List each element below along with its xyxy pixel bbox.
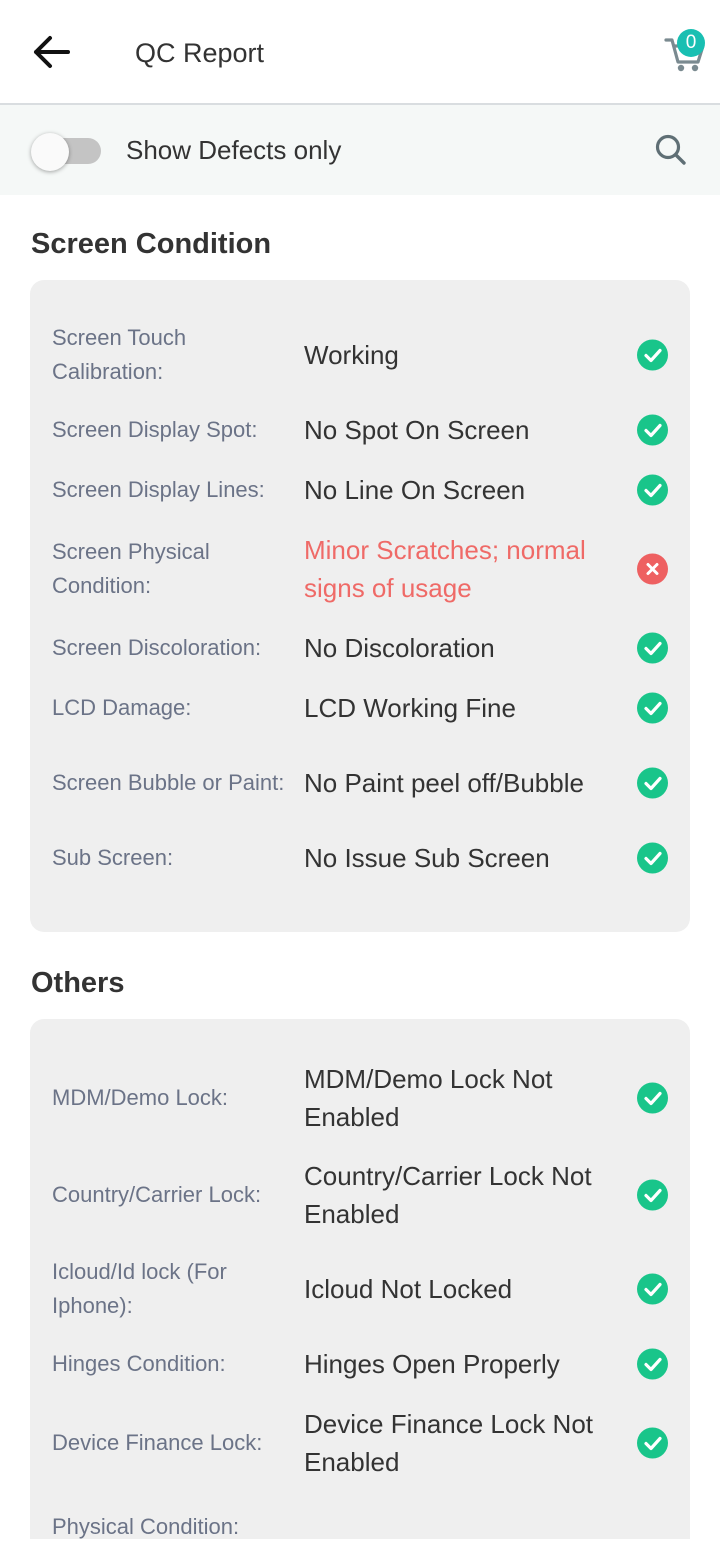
others-card: MDM/Demo Lock: MDM/Demo Lock Not Enabled… bbox=[30, 1019, 690, 1539]
item-value-defect: Minor Scratches; normal signs of usage bbox=[304, 535, 586, 603]
error-circle-icon bbox=[637, 553, 668, 585]
check-circle-icon bbox=[637, 414, 668, 446]
item-label: Screen Display Spot: bbox=[52, 417, 258, 442]
list-item: Device Finance Lock: Device Finance Lock… bbox=[30, 1404, 690, 1482]
list-item: Screen Physical Condition: Minor Scratch… bbox=[30, 530, 690, 608]
item-label: LCD Damage: bbox=[52, 695, 192, 720]
page-title: QC Report bbox=[135, 38, 265, 68]
cart-count-badge: 0 bbox=[677, 29, 705, 57]
item-label: MDM/Demo Lock: bbox=[52, 1085, 229, 1110]
back-arrow-icon[interactable] bbox=[28, 30, 76, 74]
item-value: Working bbox=[304, 340, 399, 370]
check-circle-icon bbox=[637, 632, 668, 664]
item-label: Physical Condition: bbox=[52, 1514, 240, 1539]
check-circle-icon bbox=[637, 1179, 668, 1211]
list-item: Country/Carrier Lock: Country/Carrier Lo… bbox=[30, 1156, 690, 1234]
item-label: Sub Screen: bbox=[52, 845, 174, 870]
item-label: Screen Physical Condition: bbox=[52, 539, 210, 598]
list-item: LCD Damage: LCD Working Fine bbox=[30, 680, 690, 736]
check-circle-icon bbox=[637, 842, 668, 874]
item-value: Hinges Open Properly bbox=[304, 1349, 560, 1379]
item-value: No Issue Sub Screen bbox=[304, 843, 550, 873]
item-value: No Spot On Screen bbox=[304, 415, 530, 445]
screen-condition-card: Screen Touch Calibration: Working Screen… bbox=[30, 280, 690, 932]
list-item: Sub Screen: No Issue Sub Screen bbox=[30, 830, 690, 886]
list-item: Hinges Condition: Hinges Open Properly bbox=[30, 1336, 690, 1392]
section-title-screen-condition: Screen Condition bbox=[31, 228, 272, 260]
list-item: Screen Bubble or Paint: No Paint peel of… bbox=[30, 746, 690, 820]
item-label: Screen Display Lines: bbox=[52, 477, 265, 502]
item-value: Country/Carrier Lock Not Enabled bbox=[304, 1161, 592, 1229]
section-title-others: Others bbox=[31, 967, 125, 999]
item-label: Screen Touch Calibration: bbox=[52, 325, 187, 384]
list-item: Physical Condition: bbox=[30, 1499, 690, 1555]
toggle-knob bbox=[31, 133, 69, 171]
list-item: MDM/Demo Lock: MDM/Demo Lock Not Enabled bbox=[30, 1059, 690, 1137]
item-value: Device Finance Lock Not Enabled bbox=[304, 1409, 594, 1477]
list-item: Screen Display Lines: No Line On Screen bbox=[30, 462, 690, 518]
item-label: Country/Carrier Lock: bbox=[52, 1182, 262, 1207]
check-circle-icon bbox=[637, 474, 668, 506]
show-defects-toggle[interactable] bbox=[31, 133, 103, 171]
list-item: Screen Touch Calibration: Working bbox=[30, 318, 690, 392]
item-label: Hinges Condition: bbox=[52, 1351, 226, 1376]
check-circle-icon bbox=[637, 1348, 668, 1380]
list-item: Screen Display Spot: No Spot On Screen bbox=[30, 402, 690, 458]
item-value: No Paint peel off/Bubble bbox=[304, 768, 584, 798]
item-label: Screen Discoloration: bbox=[52, 635, 262, 660]
check-circle-icon bbox=[637, 339, 668, 371]
list-item: Screen Discoloration: No Discoloration bbox=[30, 620, 690, 676]
item-value: LCD Working Fine bbox=[304, 693, 516, 723]
show-defects-label: Show Defects only bbox=[126, 135, 342, 165]
check-circle-icon bbox=[637, 1273, 668, 1305]
item-value: MDM/Demo Lock Not Enabled bbox=[304, 1064, 553, 1132]
check-circle-icon bbox=[637, 767, 668, 799]
item-label: Device Finance Lock: bbox=[52, 1430, 263, 1455]
item-value: Icloud Not Locked bbox=[304, 1274, 513, 1304]
item-value: No Discoloration bbox=[304, 633, 495, 663]
item-label: Icloud/Id lock (For Iphone): bbox=[52, 1259, 227, 1318]
item-label: Screen Bubble or Paint: bbox=[52, 770, 285, 795]
check-circle-icon bbox=[637, 1082, 668, 1114]
check-circle-icon bbox=[637, 1427, 668, 1459]
filter-bar bbox=[0, 105, 720, 195]
search-icon[interactable] bbox=[652, 131, 690, 169]
check-circle-icon bbox=[637, 692, 668, 724]
item-value: No Line On Screen bbox=[304, 475, 526, 505]
app-header: QC Report 0 bbox=[0, 0, 720, 105]
list-item: Icloud/Id lock (For Iphone): Icloud Not … bbox=[30, 1252, 690, 1326]
